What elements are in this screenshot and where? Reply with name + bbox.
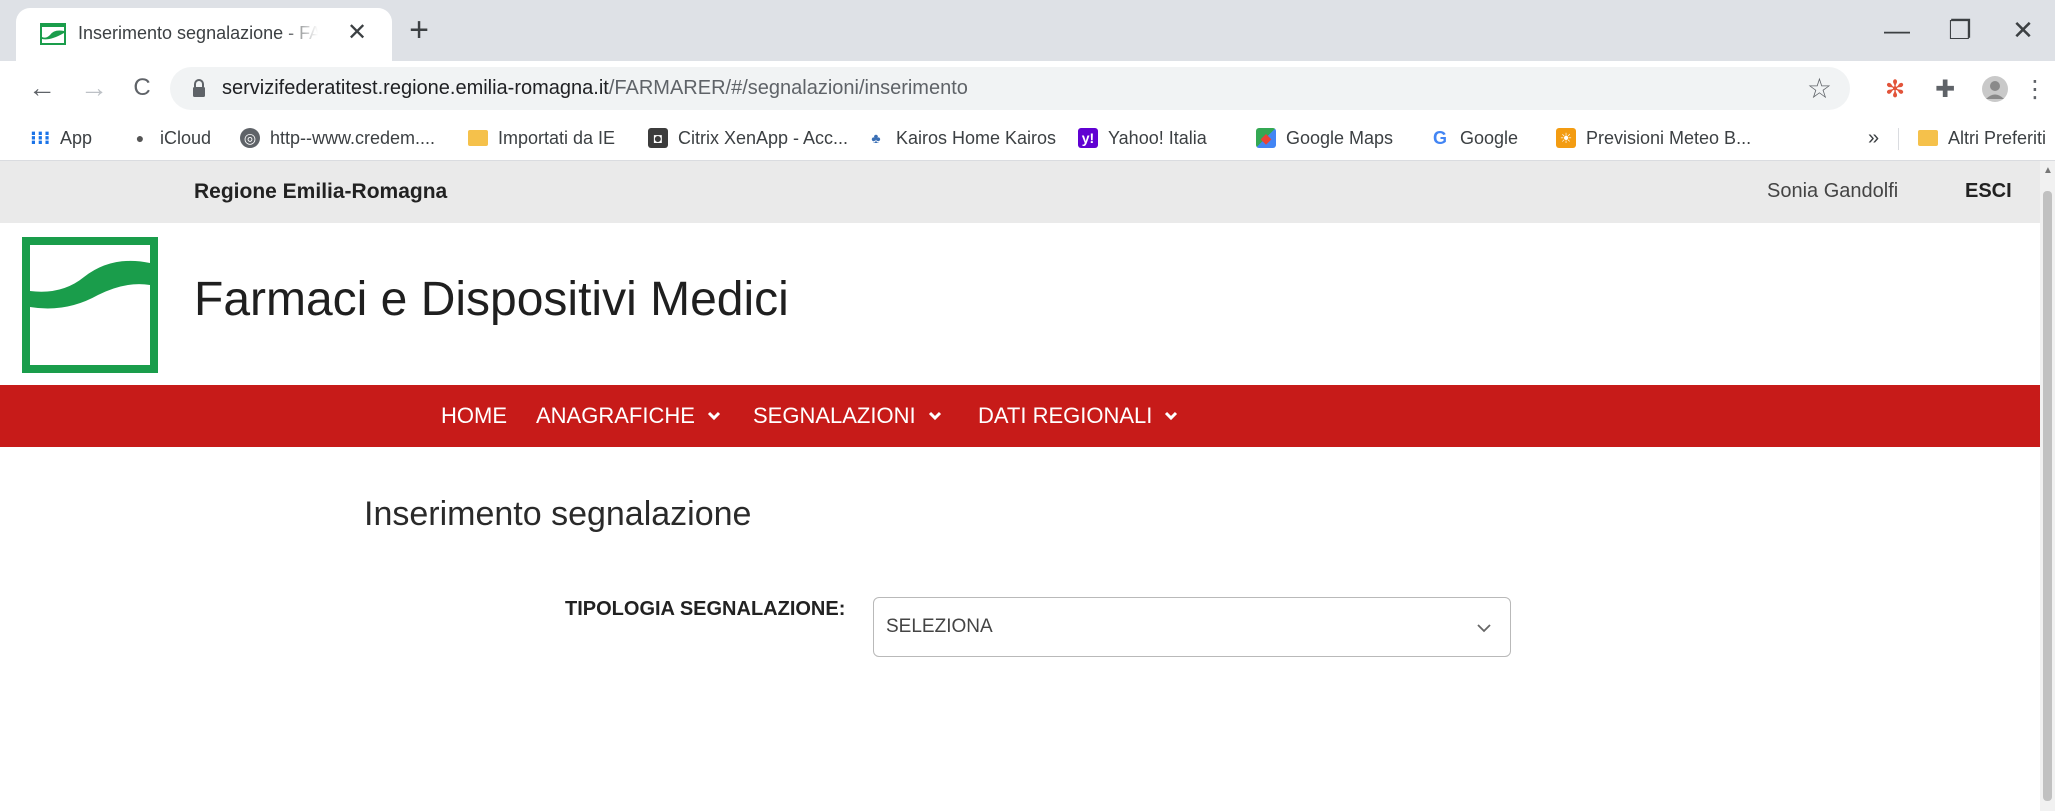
chevron-down-icon	[707, 411, 720, 421]
bookmark-label: Google	[1460, 127, 1519, 148]
bookmark-folder-altri-preferiti[interactable]: Altri Preferiti	[1918, 124, 2046, 152]
bookmarks-divider	[1898, 128, 1899, 150]
bookmark-meteo[interactable]: ☀ Previsioni Meteo B...	[1556, 124, 1751, 152]
bookmark-label: Importati da IE	[498, 127, 616, 148]
reload-icon[interactable]: C	[122, 69, 162, 109]
bookmark-citrix[interactable]: ◘ Citrix XenApp - Acc...	[648, 124, 848, 152]
url-path: /FARMARER/#/segnalazioni/inserimento	[608, 77, 968, 99]
address-bar[interactable]: servizifederatitest.regione.emilia-romag…	[170, 67, 1850, 110]
lock-icon	[193, 79, 205, 97]
nav-home-label: HOME	[441, 403, 507, 428]
close-window-button[interactable]: ✕	[1998, 10, 2048, 50]
browser-toolbar: ← → C servizifederatitest.regione.emilia…	[0, 61, 2055, 116]
bookmarks-overflow-button[interactable]: »	[1868, 124, 1879, 152]
bookmark-label: Altri Preferiti	[1948, 127, 2047, 148]
tipologia-segnalazione-label: TIPOLOGIA SEGNALAZIONE:	[565, 598, 846, 620]
nav-dati-regionali-label: DATI REGIONALI	[978, 403, 1153, 428]
region-logo-favicon-icon	[40, 23, 66, 45]
tab-title: Inserimento segnalazione - FARMARER	[78, 23, 318, 43]
bookmark-icloud[interactable]: ● iCloud	[130, 124, 211, 152]
bookmark-credem[interactable]: ◎ http--www.credem....	[240, 124, 435, 152]
citrix-icon: ◘	[648, 128, 668, 148]
bookmark-label: Kairos Home Kairos	[896, 127, 1057, 148]
bookmark-google[interactable]: G Google	[1430, 124, 1518, 152]
yahoo-icon: y!	[1078, 128, 1098, 148]
nav-segnalazioni-label: SEGNALAZIONI	[753, 403, 916, 428]
folder-icon	[468, 130, 488, 146]
bookmark-label: Citrix XenApp - Acc...	[678, 127, 849, 148]
regione-emilia-romagna-logo	[22, 237, 158, 373]
scroll-up-arrow-icon[interactable]: ▲	[2043, 165, 2053, 185]
nav-anagrafiche[interactable]: ANAGRAFICHE	[536, 403, 721, 429]
nav-home[interactable]: HOME	[441, 403, 507, 429]
site-title: Farmaci e Dispositivi Medici	[194, 273, 789, 326]
browser-menu-icon[interactable]: ⋮	[2020, 75, 2050, 105]
bookmark-label: http--www.credem....	[270, 127, 436, 148]
region-name: Regione Emilia-Romagna	[194, 180, 448, 203]
folder-icon	[1918, 130, 1938, 146]
chevron-down-icon	[1165, 411, 1178, 421]
bookmark-kairos[interactable]: ♣ Kairos Home Kairos	[866, 124, 1056, 152]
bookmark-label: App	[60, 127, 93, 148]
avatar-icon	[1982, 76, 2008, 102]
nav-dati-regionali[interactable]: DATI REGIONALI	[978, 403, 1178, 429]
apps-grid-icon: ⁝⁝⁝	[30, 128, 51, 148]
url-host: servizifederatitest.regione.emilia-romag…	[222, 77, 609, 99]
user-name: Sonia Gandolfi	[1767, 180, 1899, 202]
new-tab-button[interactable]: +	[400, 12, 438, 50]
bookmark-app[interactable]: ⁝⁝⁝ App	[30, 124, 92, 152]
tipologia-segnalazione-select[interactable]: SELEZIONA	[873, 597, 1511, 657]
bookmark-yahoo[interactable]: y! Yahoo! Italia	[1078, 124, 1207, 152]
maximize-window-button[interactable]: ❐	[1935, 10, 1985, 50]
scrollbar-thumb[interactable]	[2043, 191, 2052, 801]
google-icon: G	[1432, 128, 1447, 148]
bookmark-google-maps[interactable]: ◆ Google Maps	[1256, 124, 1393, 152]
bookmark-label: Previsioni Meteo B...	[1586, 127, 1752, 148]
nav-segnalazioni[interactable]: SEGNALAZIONI	[753, 403, 942, 429]
select-current-value: SELEZIONA	[886, 616, 993, 637]
bookmark-label: iCloud	[160, 127, 212, 148]
browser-tab-active[interactable]: Inserimento segnalazione - FARMARER ✕	[16, 8, 392, 61]
extensions-puzzle-icon[interactable]: ✚	[1930, 75, 1960, 105]
bookmark-folder-importati[interactable]: Importati da IE	[468, 124, 615, 152]
chevron-down-icon	[1477, 624, 1491, 633]
kairos-icon: ♣	[871, 130, 881, 146]
logout-link[interactable]: ESCI	[1965, 180, 2012, 203]
apple-icon: ●	[135, 130, 145, 146]
extension-colorful-icon[interactable]: ✻	[1880, 75, 1910, 105]
bookmark-label: Yahoo! Italia	[1108, 127, 1207, 148]
profile-avatar[interactable]	[1980, 75, 2010, 105]
minimize-window-button[interactable]: —	[1872, 10, 1922, 50]
region-top-bar: Regione Emilia-Romagna Sonia Gandolfi ES…	[0, 161, 2040, 223]
main-navigation-bar: HOME ANAGRAFICHE SEGNALAZIONI DATI REGIO…	[0, 385, 2040, 447]
globe-icon: ◎	[240, 128, 260, 148]
nav-anagrafiche-label: ANAGRAFICHE	[536, 403, 695, 428]
weather-icon: ☀	[1556, 128, 1576, 148]
tab-close-icon[interactable]: ✕	[342, 18, 372, 48]
back-arrow-icon[interactable]: ←	[22, 69, 62, 109]
url-text[interactable]: servizifederatitest.regione.emilia-romag…	[222, 77, 968, 100]
maps-icon: ◆	[1256, 128, 1276, 148]
bookmarks-bar: ⁝⁝⁝ App ● iCloud ◎ http--www.credem.... Imp…	[0, 116, 2055, 161]
bookmark-star-icon[interactable]: ☆	[1807, 72, 1832, 105]
page-title: Inserimento segnalazione	[364, 495, 752, 533]
bookmark-label: Google Maps	[1286, 127, 1394, 148]
forward-arrow-icon[interactable]: →	[74, 69, 114, 109]
chevron-down-icon	[928, 411, 941, 421]
browser-tab-strip: Inserimento segnalazione - FARMARER ✕ + …	[0, 0, 2055, 61]
